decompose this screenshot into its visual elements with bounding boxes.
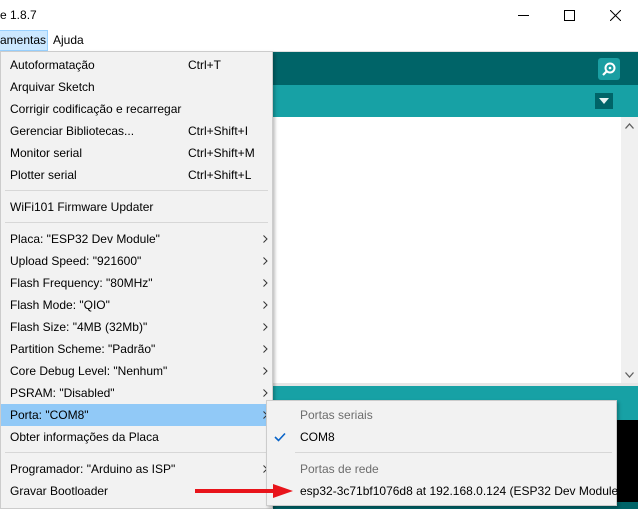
- menu-item-label: Flash Size: "4MB (32Mb)": [10, 320, 148, 334]
- editor-vertical-scrollbar[interactable]: [621, 117, 638, 383]
- menu-item-partition-scheme[interactable]: Partition Scheme: "Padrão": [1, 338, 272, 360]
- menu-item-label: Placa: "ESP32 Dev Module": [10, 232, 160, 246]
- menu-item-plotter-serial[interactable]: Plotter serial Ctrl+Shift+L: [1, 164, 272, 186]
- menu-item-label: Arquivar Sketch: [10, 80, 95, 94]
- menu-ferramentas[interactable]: amentas: [0, 30, 48, 51]
- triangle-down-icon: [599, 98, 609, 104]
- menu-item-label: Plotter serial: [10, 168, 77, 182]
- network-ports-header: Portas de rede: [267, 458, 616, 480]
- menu-item-label: Partition Scheme: "Padrão": [10, 342, 156, 356]
- menu-separator: [5, 222, 268, 223]
- menu-item-label: Programador: "Arduino as ISP": [10, 462, 176, 476]
- maximize-button[interactable]: [546, 0, 592, 30]
- menubar: amentas Ajuda: [0, 30, 638, 52]
- chevron-down-icon: [625, 371, 634, 378]
- menu-separator: [5, 190, 268, 191]
- chevron-right-icon: [261, 228, 269, 250]
- serial-monitor-button[interactable]: [598, 58, 620, 80]
- menu-item-placa[interactable]: Placa: "ESP32 Dev Module": [1, 228, 272, 250]
- menu-item-flash-mode[interactable]: Flash Mode: "QIO": [1, 294, 272, 316]
- menu-item-arquivar-sketch[interactable]: Arquivar Sketch: [1, 76, 272, 98]
- close-icon: [609, 9, 621, 21]
- menu-item-label: Autoformatação: [10, 58, 95, 72]
- menu-item-wifi101-updater[interactable]: WiFi101 Firmware Updater: [1, 196, 272, 218]
- menu-item-label: Flash Frequency: "80MHz": [10, 276, 153, 290]
- window-title: e 1.8.7: [0, 8, 37, 22]
- chevron-right-icon: [261, 250, 269, 272]
- menu-item-label: Porta: "COM8": [10, 408, 89, 422]
- menu-item-obter-informacoes[interactable]: Obter informações da Placa: [1, 426, 272, 448]
- menu-item-upload-speed[interactable]: Upload Speed: "921600": [1, 250, 272, 272]
- menu-item-autoformatacao[interactable]: Autoformatação Ctrl+T: [1, 54, 272, 76]
- menu-item-psram[interactable]: PSRAM: "Disabled": [1, 382, 272, 404]
- menu-item-label: esp32-3c71bf1076d8 at 192.168.0.124 (ESP…: [300, 484, 623, 498]
- menu-item-label: Upload Speed: "921600": [10, 254, 142, 268]
- menu-item-shortcut: Ctrl+Shift+L: [188, 168, 252, 182]
- menu-item-label: Gravar Bootloader: [10, 484, 109, 498]
- chevron-right-icon: [261, 338, 269, 360]
- menu-separator: [5, 452, 268, 453]
- maximize-icon: [563, 9, 575, 21]
- scroll-up-button[interactable]: [621, 117, 638, 134]
- scroll-down-button[interactable]: [621, 366, 638, 383]
- chevron-right-icon: [261, 294, 269, 316]
- close-button[interactable]: [592, 0, 638, 30]
- menu-item-label: Obter informações da Placa: [10, 430, 159, 444]
- menu-item-label: Corrigir codificação e recarregar: [10, 102, 182, 116]
- minimize-icon: [517, 14, 529, 16]
- menu-item-label: COM8: [300, 430, 335, 444]
- minimize-button[interactable]: [500, 0, 546, 30]
- chevron-up-icon: [625, 122, 634, 129]
- menu-item-shortcut: Ctrl+Shift+I: [188, 124, 249, 138]
- menu-item-shortcut: Ctrl+T: [188, 58, 221, 72]
- chevron-right-icon: [261, 316, 269, 338]
- menu-item-monitor-serial[interactable]: Monitor serial Ctrl+Shift+M: [1, 142, 272, 164]
- menu-item-label: Monitor serial: [10, 146, 83, 160]
- menu-item-label: Core Debug Level: "Nenhum": [10, 364, 168, 378]
- menu-item-flash-size[interactable]: Flash Size: "4MB (32Mb)": [1, 316, 272, 338]
- menu-item-gerenciar-bibliotecas[interactable]: Gerenciar Bibliotecas... Ctrl+Shift+I: [1, 120, 272, 142]
- menu-item-label: Flash Mode: "QIO": [10, 298, 110, 312]
- chevron-right-icon: [261, 272, 269, 294]
- tools-menu: Autoformatação Ctrl+T Arquivar Sketch Co…: [0, 51, 273, 509]
- menu-item-label: PSRAM: "Disabled": [10, 386, 115, 400]
- red-arrow-icon: [195, 484, 293, 498]
- menu-ajuda[interactable]: Ajuda: [50, 30, 87, 51]
- chevron-right-icon: [261, 360, 269, 382]
- menu-separator: [295, 452, 612, 453]
- checkmark-icon: [274, 426, 286, 448]
- menu-item-porta[interactable]: Porta: "COM8": [1, 404, 272, 426]
- serial-ports-header: Portas seriais: [267, 404, 616, 426]
- menu-item-core-debug-level[interactable]: Core Debug Level: "Nenhum": [1, 360, 272, 382]
- section-header-label: Portas de rede: [300, 462, 379, 476]
- menu-item-shortcut: Ctrl+Shift+M: [188, 146, 255, 160]
- menu-item-label: WiFi101 Firmware Updater: [10, 200, 154, 214]
- port-item-esp32-network[interactable]: esp32-3c71bf1076d8 at 192.168.0.124 (ESP…: [267, 480, 622, 502]
- menu-item-programador[interactable]: Programador: "Arduino as ISP": [1, 458, 272, 480]
- magnifier-icon: [602, 62, 616, 76]
- menu-item-corrigir-codificacao[interactable]: Corrigir codificação e recarregar: [1, 98, 272, 120]
- section-header-label: Portas seriais: [300, 408, 373, 422]
- tab-menu-button[interactable]: [595, 93, 613, 109]
- menu-item-flash-frequency[interactable]: Flash Frequency: "80MHz": [1, 272, 272, 294]
- menu-item-label: Gerenciar Bibliotecas...: [10, 124, 135, 138]
- port-item-com8[interactable]: COM8: [267, 426, 616, 448]
- port-submenu: Portas seriais COM8 Portas de rede esp32…: [266, 400, 622, 506]
- window-titlebar: e 1.8.7: [0, 0, 638, 30]
